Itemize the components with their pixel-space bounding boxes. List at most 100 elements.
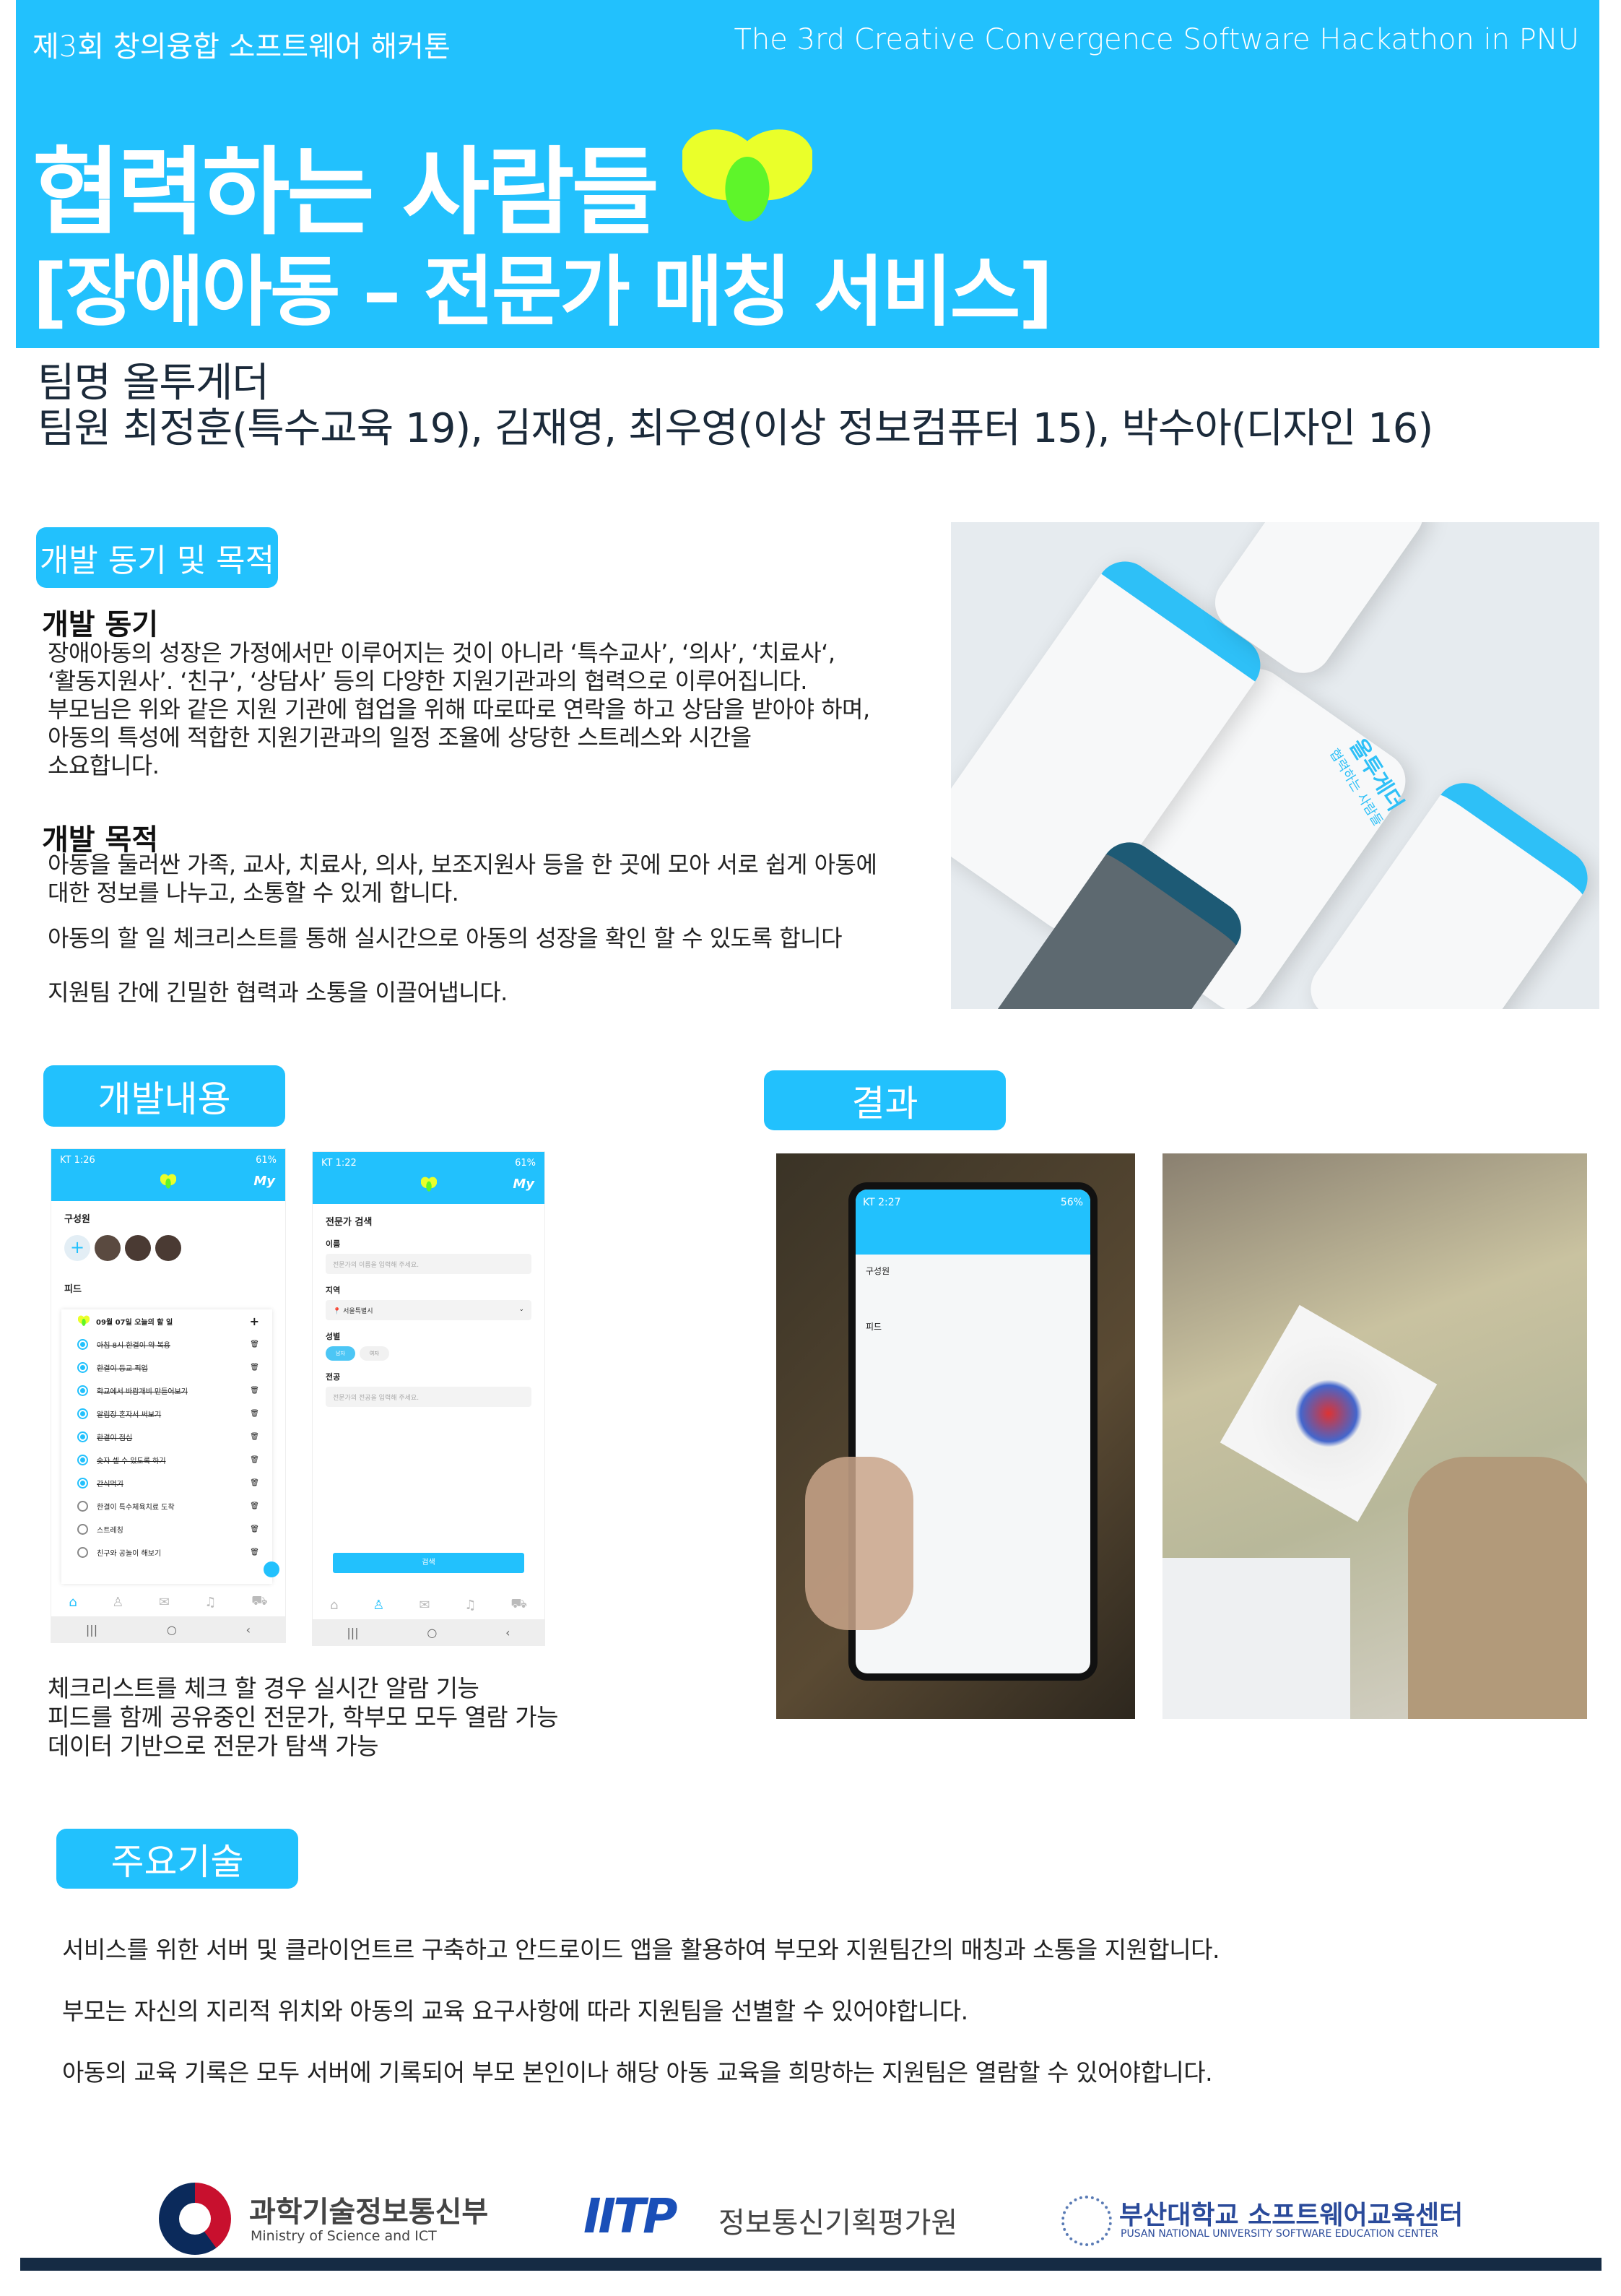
gender-male-button[interactable]: 남자	[326, 1346, 355, 1361]
major-label: 전공	[326, 1372, 341, 1382]
todo-header: 09월 07일 오늘의 할 일 +	[61, 1309, 272, 1333]
todo-text: 알림장 혼자서 써보기	[97, 1411, 162, 1419]
todo-checkbox[interactable]	[77, 1500, 88, 1512]
battery-level: 61%	[256, 1155, 277, 1166]
todo-item[interactable]: 한결이 특수체육치료 도착 🗑	[61, 1494, 272, 1517]
recents-icon[interactable]: |||	[347, 1626, 358, 1639]
todo-item[interactable]: 간식먹기 🗑	[61, 1471, 272, 1494]
trash-icon[interactable]: 🗑	[250, 1456, 259, 1464]
region-select[interactable]: 📍 서울특별시 ⌄	[326, 1300, 531, 1320]
cart-icon[interactable]: ⛟	[510, 1596, 527, 1613]
footer-bar	[20, 2258, 1602, 2271]
chat-icon[interactable]: ✉	[419, 1598, 430, 1613]
status-time: KT 1:22	[321, 1158, 357, 1169]
todo-item[interactable]: 한결이 등교 픽업 🗑	[61, 1356, 272, 1379]
region-value: 서울특별시	[343, 1308, 373, 1315]
app-bar: KT 2:27 56%	[856, 1190, 1090, 1255]
msit-emblem-icon	[159, 2183, 231, 2255]
todo-item[interactable]: 친구와 공놀이 해보기 🗑	[61, 1541, 272, 1564]
iitp-logo: IITP	[583, 2188, 678, 2244]
home-button-icon[interactable]: ○	[167, 1623, 177, 1637]
trash-icon[interactable]: 🗑	[250, 1387, 259, 1395]
text-line: 장애아동의 성장은 가정에서만 이루어지는 것이 아니라 ‘특수교사’, ‘의사…	[48, 639, 835, 667]
person	[1408, 1457, 1587, 1719]
bell-icon[interactable]: ♫	[204, 1595, 216, 1610]
my-button[interactable]: My	[253, 1174, 275, 1189]
feed-screenshot: KT 1:26 61% My 구성원 + 피드 09월 07일 오늘의 할 일 + …	[51, 1148, 286, 1643]
todo-checkbox[interactable]	[77, 1477, 88, 1489]
member-avatars: +	[64, 1235, 285, 1261]
trash-icon[interactable]: 🗑	[250, 1502, 259, 1510]
avatar[interactable]	[125, 1235, 151, 1261]
todo-checkbox[interactable]	[77, 1361, 88, 1373]
motive-text: 장애아동의 성장은 가정에서만 이루어지는 것이 아니라 ‘특수교사’, ‘의사…	[48, 639, 870, 780]
gender-female-button[interactable]: 여자	[359, 1346, 389, 1361]
pinwheel	[1220, 1304, 1438, 1522]
back-icon[interactable]: ‹	[246, 1623, 251, 1637]
trash-icon[interactable]: 🗑	[250, 1433, 259, 1441]
system-nav: ||| ○ ‹	[313, 1619, 544, 1645]
add-todo-icon[interactable]: +	[250, 1314, 259, 1328]
section-label-motivation: 개발 동기 및 목적	[36, 527, 278, 588]
trash-icon[interactable]: 🗑	[250, 1410, 259, 1418]
chat-icon[interactable]: ✉	[159, 1595, 170, 1610]
todo-text: 한결이 특수체육치료 도착	[97, 1503, 175, 1512]
todo-checkbox[interactable]	[77, 1338, 88, 1350]
avatar[interactable]	[155, 1235, 181, 1261]
todo-checkbox[interactable]	[77, 1546, 88, 1558]
home-icon[interactable]: ⌂	[330, 1598, 338, 1613]
trash-icon[interactable]: 🗑	[250, 1364, 259, 1372]
todo-item[interactable]: 숫자 셀 수 있도록 하기 🗑	[61, 1448, 272, 1471]
todo-checkbox[interactable]	[77, 1408, 88, 1419]
name-input[interactable]: 전문가의 이름을 입력해 주세요.	[326, 1254, 531, 1274]
feature-item: 데이터 기반으로 전문가 탐색 가능	[48, 1732, 378, 1760]
event-title-en: The 3rd Creative Convergence Software Ha…	[734, 23, 1579, 56]
todo-checkbox[interactable]	[77, 1454, 88, 1465]
todo-text: 한결이 점심	[97, 1434, 133, 1442]
trash-icon[interactable]: 🗑	[250, 1525, 259, 1533]
msit-name-en: Ministry of Science and ICT	[251, 2228, 437, 2244]
add-member-icon[interactable]: +	[64, 1235, 90, 1261]
feed-heading: 피드	[866, 1322, 882, 1332]
todo-checkbox[interactable]	[77, 1523, 88, 1535]
home-button-icon[interactable]: ○	[427, 1626, 437, 1639]
trash-icon[interactable]: 🗑	[250, 1548, 259, 1556]
person-icon[interactable]: ♙	[373, 1598, 384, 1613]
todo-item[interactable]: 스트레칭 🗑	[61, 1517, 272, 1541]
todo-item[interactable]: 아침 8시 한결이 약 복용 🗑	[61, 1333, 272, 1356]
text-line: 소요합니다.	[48, 752, 160, 779]
todo-checkbox[interactable]	[77, 1431, 88, 1442]
avatar[interactable]	[95, 1235, 121, 1261]
members-heading: 구성원	[866, 1266, 890, 1276]
baby-fab-button[interactable]	[264, 1561, 279, 1577]
todo-item[interactable]: 학교에서 바람개비 만들어보기 🗑	[61, 1379, 272, 1402]
search-button[interactable]: 검색	[333, 1553, 524, 1573]
status-time: KT 2:27	[863, 1197, 901, 1208]
trash-icon[interactable]: 🗑	[250, 1479, 259, 1487]
todo-card: 09월 07일 오늘의 할 일 + 아침 8시 한결이 약 복용 🗑 한결이 등교 픽…	[61, 1309, 272, 1584]
heart-icon	[418, 1177, 440, 1192]
my-button[interactable]: My	[513, 1177, 534, 1192]
major-input[interactable]: 전문가의 전공을 입력해 주세요.	[326, 1387, 531, 1407]
todo-text: 간식먹기	[97, 1480, 123, 1489]
todo-checkbox[interactable]	[77, 1385, 88, 1396]
bottom-nav: ⌂ ♙ ✉ ♫ ⛟	[313, 1590, 544, 1619]
purpose-text: 아동을 둘러싼 가족, 교사, 치료사, 의사, 보조지원사 등을 한 곳에 모…	[48, 851, 877, 907]
bell-icon[interactable]: ♫	[464, 1598, 476, 1613]
tech-line: 부모는 자신의 지리적 위치와 아동의 교육 요구사항에 따라 지원팀을 선별할…	[62, 1997, 968, 2025]
todo-item[interactable]: 알림장 혼자서 써보기 🗑	[61, 1402, 272, 1425]
home-icon[interactable]: ⌂	[69, 1595, 77, 1610]
section-label-tech: 주요기술	[56, 1829, 298, 1889]
cart-icon[interactable]: ⛟	[251, 1593, 268, 1611]
chevron-down-icon: ⌄	[518, 1306, 524, 1313]
poster-subtitle: [장애아동 – 전문가 매칭 서비스]	[32, 248, 1053, 337]
gender-label: 성별	[326, 1332, 341, 1341]
purpose-cooperation: 지원팀 간에 긴밀한 협력과 소통을 이끌어냅니다.	[48, 979, 508, 1006]
todo-item[interactable]: 한결이 점심 🗑	[61, 1425, 272, 1448]
trash-icon[interactable]: 🗑	[250, 1340, 259, 1348]
back-icon[interactable]: ‹	[505, 1626, 510, 1639]
app-bar: KT 1:22 61% My	[313, 1152, 544, 1204]
person-icon[interactable]: ♙	[112, 1595, 123, 1610]
battery-level: 61%	[515, 1158, 536, 1169]
recents-icon[interactable]: |||	[86, 1623, 97, 1637]
